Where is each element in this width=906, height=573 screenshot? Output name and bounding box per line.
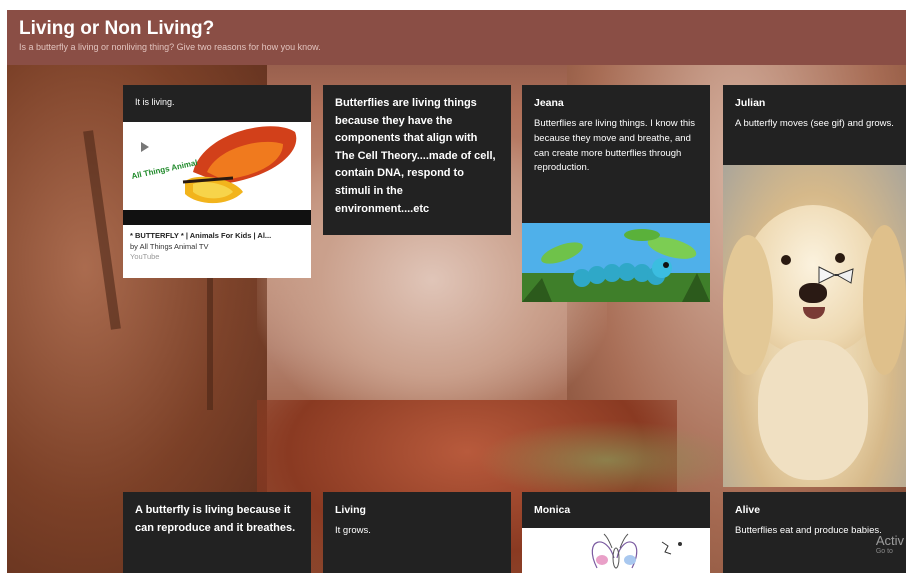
youtube-info[interactable]: * BUTTERFLY * | Animals For Kids | Al...… bbox=[123, 225, 311, 278]
post-text: Butterflies are living things. I know th… bbox=[534, 118, 696, 174]
padlet-board: Living or Non Living? Is a butterfly a l… bbox=[7, 10, 906, 573]
post-text: Butterflies are living things because th… bbox=[335, 97, 496, 215]
butterfly-on-nose-icon bbox=[818, 266, 854, 284]
watermark-line-2: Go to bbox=[875, 548, 893, 555]
post-author: Living bbox=[335, 504, 366, 516]
post-card[interactable]: A butterfly is living because it can rep… bbox=[123, 492, 311, 573]
youtube-thumbnail[interactable]: All Things Animal bbox=[123, 122, 311, 210]
dog-gif[interactable] bbox=[723, 165, 906, 487]
post-card[interactable]: Julian A butterfly moves (see gif) and g… bbox=[723, 85, 906, 165]
board-header: Living or Non Living? Is a butterfly a l… bbox=[7, 10, 906, 65]
post-text: A butterfly moves (see gif) and grows. bbox=[735, 118, 894, 130]
post-card[interactable]: Butterflies are living things because th… bbox=[323, 85, 511, 235]
post-author: Monica bbox=[534, 504, 571, 516]
post-text: It grows. bbox=[335, 525, 371, 537]
post-card[interactable]: Living It grows. bbox=[323, 492, 511, 573]
caterpillar-illustration bbox=[522, 223, 710, 302]
video-source: YouTube bbox=[130, 252, 160, 261]
dog-eye bbox=[781, 255, 791, 265]
board-title: Living or Non Living? bbox=[19, 18, 215, 39]
activation-watermark: Activ Go to bbox=[876, 533, 904, 555]
dog-ear-right bbox=[863, 225, 906, 375]
forest-grass bbox=[477, 420, 737, 500]
post-author: Alive bbox=[735, 504, 761, 516]
butterfly-sketch-icon bbox=[591, 533, 682, 569]
watermark-line-1: Activ bbox=[875, 533, 904, 548]
dog-body bbox=[758, 340, 868, 480]
post-author: Jeana bbox=[534, 97, 564, 109]
dog-eye bbox=[835, 253, 845, 263]
butterfly-illustration bbox=[123, 122, 311, 210]
butterfly-drawing[interactable] bbox=[522, 528, 710, 573]
board-subtitle: Is a butterfly a living or nonliving thi… bbox=[19, 42, 321, 52]
post-author: Julian bbox=[735, 97, 766, 109]
post-card[interactable]: It is living. All Things Animal * BUTTER… bbox=[123, 85, 311, 278]
post-card[interactable]: Monica bbox=[522, 492, 710, 573]
post-card[interactable]: Jeana Butterflies are living things. I k… bbox=[522, 85, 710, 302]
post-text: It is living. bbox=[135, 97, 175, 107]
video-bar bbox=[123, 210, 311, 225]
caterpillar-gif[interactable] bbox=[522, 223, 710, 302]
post-text: A butterfly is living because it can rep… bbox=[135, 504, 296, 534]
video-channel: by All Things Animal TV bbox=[130, 241, 209, 251]
video-title: * BUTTERFLY * | Animals For Kids | Al... bbox=[130, 231, 272, 240]
dog-ear-left bbox=[723, 235, 773, 375]
